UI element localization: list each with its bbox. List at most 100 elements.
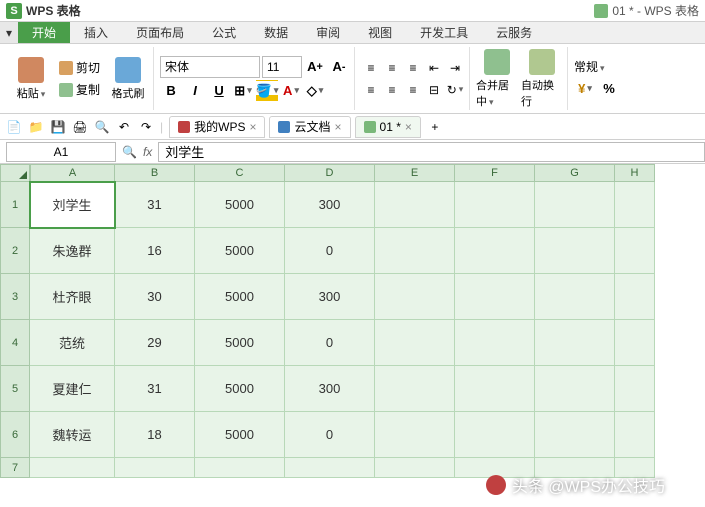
print-icon[interactable]: 🖨 bbox=[72, 119, 88, 135]
cell[interactable]: 5000 bbox=[195, 274, 285, 320]
merge-center-button[interactable]: 合并居中 bbox=[476, 49, 518, 109]
menu-tab-3[interactable]: 公式 bbox=[198, 22, 250, 43]
decrease-font-button[interactable]: A- bbox=[328, 56, 350, 78]
column-header[interactable]: A bbox=[30, 164, 115, 182]
close-tab-icon[interactable]: × bbox=[405, 120, 412, 134]
column-header[interactable]: D bbox=[285, 164, 375, 182]
cell[interactable]: 朱逸群 bbox=[30, 228, 115, 274]
copy-button[interactable]: 复制 bbox=[55, 80, 104, 100]
cell[interactable]: 16 bbox=[115, 228, 195, 274]
indent-increase-button[interactable]: ⇥ bbox=[445, 58, 465, 78]
select-all-corner[interactable] bbox=[0, 164, 30, 182]
cell[interactable] bbox=[195, 458, 285, 478]
cell[interactable] bbox=[535, 320, 615, 366]
menu-tab-4[interactable]: 数据 bbox=[250, 22, 302, 43]
currency-button[interactable]: ¥ bbox=[574, 77, 596, 99]
row-header[interactable]: 6 bbox=[0, 412, 30, 458]
cell[interactable] bbox=[455, 412, 535, 458]
increase-font-button[interactable]: A+ bbox=[304, 56, 326, 78]
open-icon[interactable]: 📁 bbox=[28, 119, 44, 135]
percent-button[interactable]: % bbox=[598, 77, 620, 99]
menu-tab-1[interactable]: 插入 bbox=[70, 22, 122, 43]
cell[interactable] bbox=[615, 182, 655, 228]
row-header[interactable]: 7 bbox=[0, 458, 30, 478]
cell[interactable] bbox=[615, 228, 655, 274]
cell[interactable]: 夏建仁 bbox=[30, 366, 115, 412]
cell[interactable] bbox=[535, 366, 615, 412]
column-header[interactable]: H bbox=[615, 164, 655, 182]
cell[interactable] bbox=[535, 228, 615, 274]
cell[interactable] bbox=[455, 228, 535, 274]
cell[interactable] bbox=[375, 458, 455, 478]
underline-button[interactable]: U bbox=[208, 80, 230, 102]
cell[interactable] bbox=[455, 320, 535, 366]
align-right-button[interactable]: ≡ bbox=[403, 80, 423, 100]
cell[interactable]: 300 bbox=[285, 182, 375, 228]
cell[interactable] bbox=[30, 458, 115, 478]
cell[interactable]: 0 bbox=[285, 320, 375, 366]
column-header[interactable]: G bbox=[535, 164, 615, 182]
cell[interactable] bbox=[375, 366, 455, 412]
align-center-button[interactable]: ≡ bbox=[382, 80, 402, 100]
cell[interactable] bbox=[535, 274, 615, 320]
cell[interactable]: 300 bbox=[285, 366, 375, 412]
cell[interactable]: 5000 bbox=[195, 320, 285, 366]
save-icon[interactable]: 💾 bbox=[50, 119, 66, 135]
close-tab-icon[interactable]: × bbox=[249, 120, 256, 134]
cell[interactable]: 刘学生 bbox=[30, 182, 115, 228]
bold-button[interactable]: B bbox=[160, 80, 182, 102]
border-button[interactable]: ⊞ bbox=[232, 80, 254, 102]
align-middle-button[interactable]: ≡ bbox=[382, 58, 402, 78]
row-header[interactable]: 2 bbox=[0, 228, 30, 274]
cell[interactable]: 29 bbox=[115, 320, 195, 366]
add-tab-button[interactable]: + bbox=[427, 119, 443, 135]
cell[interactable] bbox=[615, 412, 655, 458]
font-color-button[interactable]: A bbox=[280, 80, 302, 102]
cell[interactable] bbox=[115, 458, 195, 478]
font-name-select[interactable] bbox=[160, 56, 260, 78]
align-left-button[interactable]: ≡ bbox=[361, 80, 381, 100]
orientation-button[interactable]: ↻ bbox=[445, 80, 465, 100]
cell[interactable] bbox=[615, 366, 655, 412]
cell[interactable] bbox=[535, 182, 615, 228]
cell[interactable]: 魏转运 bbox=[30, 412, 115, 458]
cell[interactable] bbox=[375, 412, 455, 458]
cell[interactable] bbox=[375, 320, 455, 366]
cell[interactable]: 30 bbox=[115, 274, 195, 320]
column-header[interactable]: E bbox=[375, 164, 455, 182]
wrap-text-button[interactable]: 自动换行 bbox=[521, 49, 563, 109]
menu-tab-0[interactable]: 开始 bbox=[18, 22, 70, 43]
cell[interactable] bbox=[455, 182, 535, 228]
doc-tab-2[interactable]: 01 *× bbox=[355, 116, 421, 138]
indent-decrease-button[interactable]: ⇤ bbox=[424, 58, 444, 78]
doc-tab-1[interactable]: 云文档× bbox=[269, 116, 350, 138]
cell[interactable]: 范统 bbox=[30, 320, 115, 366]
fill-color-button[interactable]: 🪣 bbox=[256, 80, 278, 102]
redo-icon[interactable]: ↷ bbox=[138, 119, 154, 135]
cell[interactable] bbox=[615, 274, 655, 320]
cell[interactable] bbox=[535, 412, 615, 458]
italic-button[interactable]: I bbox=[184, 80, 206, 102]
cut-button[interactable]: 剪切 bbox=[55, 58, 104, 78]
cell[interactable] bbox=[285, 458, 375, 478]
cell[interactable] bbox=[375, 182, 455, 228]
cell-reference-input[interactable] bbox=[6, 142, 116, 162]
font-size-select[interactable] bbox=[262, 56, 302, 78]
merge-across-button[interactable]: ⊟ bbox=[424, 80, 444, 100]
cell[interactable]: 31 bbox=[115, 182, 195, 228]
cell[interactable]: 0 bbox=[285, 228, 375, 274]
close-tab-icon[interactable]: × bbox=[335, 120, 342, 134]
new-file-icon[interactable]: 📄 bbox=[6, 119, 22, 135]
row-header[interactable]: 4 bbox=[0, 320, 30, 366]
align-top-button[interactable]: ≡ bbox=[361, 58, 381, 78]
cell[interactable] bbox=[455, 366, 535, 412]
cell[interactable]: 18 bbox=[115, 412, 195, 458]
menu-tab-8[interactable]: 云服务 bbox=[482, 22, 546, 43]
menu-tab-5[interactable]: 审阅 bbox=[302, 22, 354, 43]
clear-format-button[interactable]: ◇ bbox=[304, 80, 326, 102]
row-header[interactable]: 3 bbox=[0, 274, 30, 320]
cell[interactable] bbox=[455, 274, 535, 320]
cell[interactable]: 5000 bbox=[195, 366, 285, 412]
undo-icon[interactable]: ↶ bbox=[116, 119, 132, 135]
cell[interactable] bbox=[375, 228, 455, 274]
